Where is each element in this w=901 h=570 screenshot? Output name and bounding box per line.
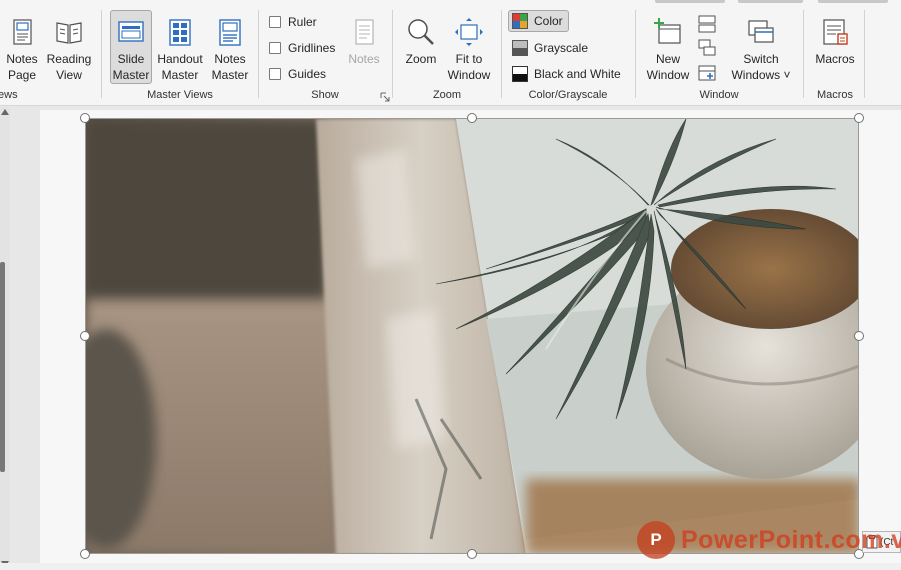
grayscale-label: Grayscale bbox=[534, 41, 589, 55]
black-and-white-swatch-icon bbox=[512, 66, 528, 82]
notes-page-label: Notes Page bbox=[6, 52, 38, 82]
separator bbox=[864, 10, 865, 98]
zoom-button[interactable]: Zoom bbox=[400, 10, 442, 84]
group-macros: Macros Macros bbox=[805, 6, 865, 106]
plant-photo-image bbox=[86, 119, 858, 553]
show-group-label: Show bbox=[311, 89, 339, 101]
slide-master-button[interactable]: Slide Master bbox=[110, 10, 152, 84]
fit-to-window-icon bbox=[455, 18, 483, 46]
resize-handle-bottom[interactable] bbox=[467, 549, 477, 559]
handout-master-label: Handout Master bbox=[157, 52, 203, 82]
resize-handle-bottom-left[interactable] bbox=[80, 549, 90, 559]
switch-windows-label: Switch Windows ˅ bbox=[731, 52, 791, 82]
separator bbox=[258, 10, 259, 98]
ribbon: Notes Page Reading View Views Slide Mast… bbox=[0, 0, 901, 106]
guides-label: Guides bbox=[288, 67, 327, 81]
watermark: P PowerPoint.com.vn bbox=[637, 520, 901, 560]
switch-windows-button[interactable]: Switch Windows ˅ bbox=[729, 10, 793, 84]
cascade-icon[interactable] bbox=[697, 38, 717, 58]
notes-master-button[interactable]: Notes Master bbox=[208, 10, 252, 84]
group-window: New Window Switch Windows ˅ Window bbox=[637, 6, 801, 106]
ruler-checkbox-box[interactable] bbox=[269, 16, 281, 28]
notes-master-icon bbox=[219, 19, 241, 46]
status-bar bbox=[0, 563, 901, 570]
show-dialog-launcher-icon[interactable] bbox=[380, 92, 390, 102]
separator bbox=[392, 10, 393, 98]
watermark-logo: P bbox=[637, 521, 675, 559]
separator bbox=[803, 10, 804, 98]
window-group-label: Window bbox=[699, 89, 739, 101]
views-group-label: Views bbox=[0, 89, 18, 101]
fit-to-window-label: Fit to Window bbox=[447, 52, 491, 82]
watermark-text: PowerPoint.com.vn bbox=[681, 525, 901, 554]
gridlines-checkbox-box[interactable] bbox=[269, 42, 281, 54]
separator bbox=[501, 10, 502, 98]
group-zoom: Zoom Fit to Window Zoom bbox=[394, 6, 500, 106]
black-and-white-label: Black and White bbox=[534, 67, 621, 81]
color-button[interactable]: Color bbox=[508, 10, 569, 32]
new-window-button[interactable]: New Window bbox=[645, 10, 691, 84]
resize-handle-top-left[interactable] bbox=[80, 113, 90, 123]
switch-windows-icon bbox=[748, 20, 774, 43]
magnifier-icon bbox=[408, 19, 434, 45]
macros-group-label: Macros bbox=[816, 89, 854, 101]
notes-button[interactable]: Notes bbox=[344, 10, 384, 84]
new-window-icon bbox=[654, 18, 681, 44]
resize-handle-top[interactable] bbox=[467, 113, 477, 123]
zoom-label: Zoom bbox=[405, 52, 437, 66]
ruler-label: Ruler bbox=[288, 15, 317, 29]
reading-view-label: Reading View bbox=[46, 52, 92, 82]
grayscale-swatch-icon bbox=[512, 40, 528, 56]
arrange-all-icon[interactable] bbox=[697, 14, 717, 34]
notes-label: Notes bbox=[348, 52, 380, 66]
macros-button[interactable]: Macros bbox=[811, 10, 859, 84]
gridlines-label: Gridlines bbox=[288, 41, 336, 55]
scrollbar-thumb[interactable] bbox=[0, 262, 5, 472]
ruler-checkbox[interactable]: Ruler bbox=[269, 13, 317, 31]
color-swatch-icon bbox=[512, 13, 528, 29]
guides-checkbox[interactable]: Guides bbox=[269, 65, 326, 83]
handout-master-button[interactable]: Handout Master bbox=[154, 10, 206, 84]
slide-master-icon bbox=[118, 21, 144, 42]
separator bbox=[101, 10, 102, 98]
group-show: Ruler Gridlines Guides Notes Show bbox=[260, 6, 390, 106]
resize-handle-left[interactable] bbox=[80, 331, 90, 341]
notes-master-label: Notes Master bbox=[211, 52, 249, 82]
selected-picture[interactable] bbox=[85, 118, 859, 554]
zoom-group-label: Zoom bbox=[432, 89, 462, 101]
reading-view-button[interactable]: Reading View bbox=[44, 10, 94, 84]
macros-label: Macros bbox=[815, 52, 855, 66]
gridlines-checkbox[interactable]: Gridlines bbox=[269, 39, 335, 57]
handout-master-icon bbox=[169, 19, 191, 46]
notes-page-icon bbox=[13, 19, 32, 45]
notes-page-button[interactable]: Notes Page bbox=[2, 10, 42, 84]
fit-to-window-button[interactable]: Fit to Window bbox=[444, 10, 494, 84]
new-window-label: New Window bbox=[646, 52, 690, 82]
color-grayscale-group-label: Color/Grayscale bbox=[528, 89, 608, 101]
group-color-grayscale: Color Grayscale Black and White Color/Gr… bbox=[503, 6, 633, 106]
resize-handle-right[interactable] bbox=[854, 331, 864, 341]
move-split-icon[interactable] bbox=[697, 63, 717, 83]
group-master-views: Slide Master Handout Master Notes Master… bbox=[104, 6, 256, 106]
macros-icon bbox=[823, 19, 848, 45]
reading-view-icon bbox=[56, 22, 82, 44]
color-label: Color bbox=[534, 14, 563, 28]
black-and-white-button[interactable]: Black and White bbox=[508, 63, 627, 85]
ribbon-top-strip bbox=[0, 0, 901, 3]
thumbnail-pane-scrollbar[interactable] bbox=[0, 107, 10, 570]
group-views: Notes Page Reading View Views bbox=[0, 6, 100, 106]
scroll-up-icon[interactable] bbox=[1, 109, 9, 115]
guides-checkbox-box[interactable] bbox=[269, 68, 281, 80]
slide-master-label: Slide Master bbox=[112, 52, 150, 82]
separator bbox=[635, 10, 636, 98]
notes-icon bbox=[355, 19, 374, 45]
master-views-group-label: Master Views bbox=[147, 89, 213, 101]
resize-handle-top-right[interactable] bbox=[854, 113, 864, 123]
grayscale-button[interactable]: Grayscale bbox=[508, 37, 594, 59]
